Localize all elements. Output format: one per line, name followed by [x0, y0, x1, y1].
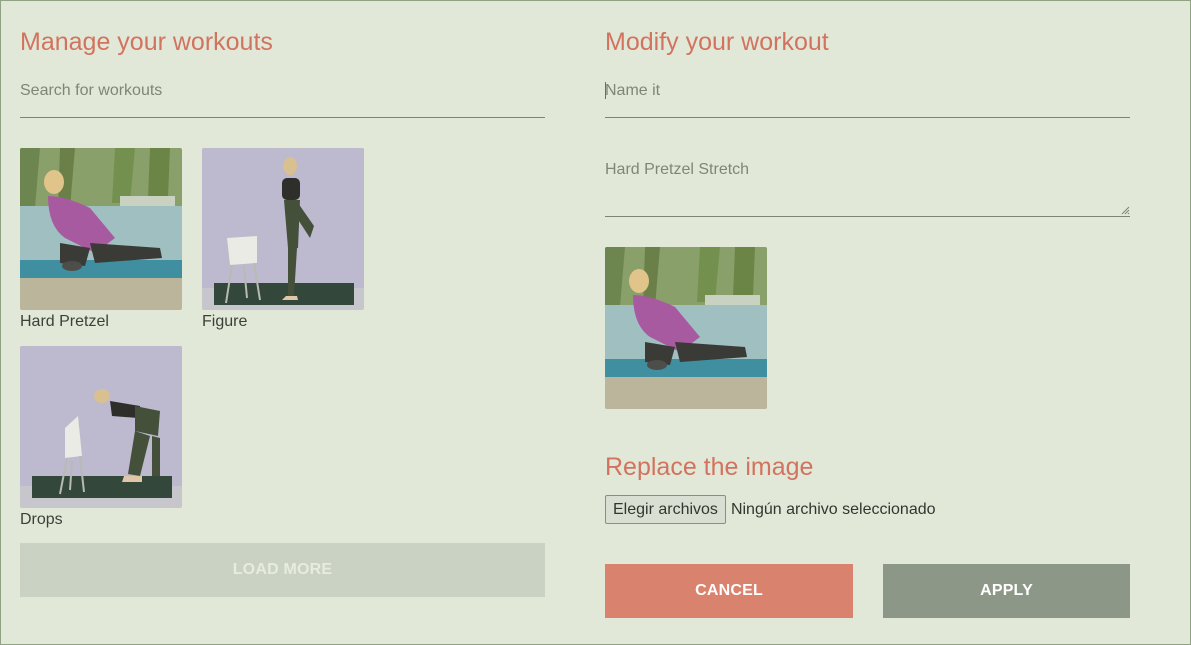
load-more-button[interactable]: LOAD MORE	[20, 543, 545, 597]
description-placeholder: Hard Pretzel Stretch	[605, 161, 750, 178]
replace-image-title: Replace the image	[605, 453, 814, 481]
file-status-text: Ningún archivo seleccionado	[730, 500, 936, 518]
manage-workouts-title: Manage your workouts	[20, 28, 273, 56]
cancel-button[interactable]: CANCEL	[605, 564, 853, 618]
workout-card-hard-pretzel[interactable]: Hard Pretzel	[20, 148, 182, 330]
file-input[interactable]: Elegir archivos Ningún archivo seleccion…	[605, 495, 936, 524]
workout-label: Hard Pretzel	[20, 313, 109, 330]
search-placeholder: Search for workouts	[20, 82, 163, 99]
workout-thumbnail[interactable]	[20, 346, 182, 508]
workout-thumbnail[interactable]	[20, 148, 182, 310]
name-placeholder: Name it	[605, 82, 661, 99]
modify-workout-title: Modify your workout	[605, 28, 829, 56]
workout-label: Drops	[20, 511, 63, 528]
workout-name-input[interactable]: Name it	[605, 74, 1130, 118]
choose-file-button[interactable]: Elegir archivos	[605, 495, 726, 524]
current-workout-image	[605, 247, 767, 409]
workout-card-drops[interactable]: Drops	[20, 346, 182, 528]
workout-manager-page: Manage your workouts Search for workouts	[0, 0, 1191, 645]
workout-thumbnail[interactable]	[202, 148, 364, 310]
search-input[interactable]: Search for workouts	[20, 74, 545, 118]
workout-card-figure[interactable]: Figure	[202, 148, 364, 330]
resize-handle-icon[interactable]	[1121, 206, 1130, 215]
workout-label: Figure	[202, 313, 248, 330]
workout-description-textarea[interactable]: Hard Pretzel Stretch	[605, 153, 1130, 217]
apply-button[interactable]: APPLY	[883, 564, 1130, 618]
